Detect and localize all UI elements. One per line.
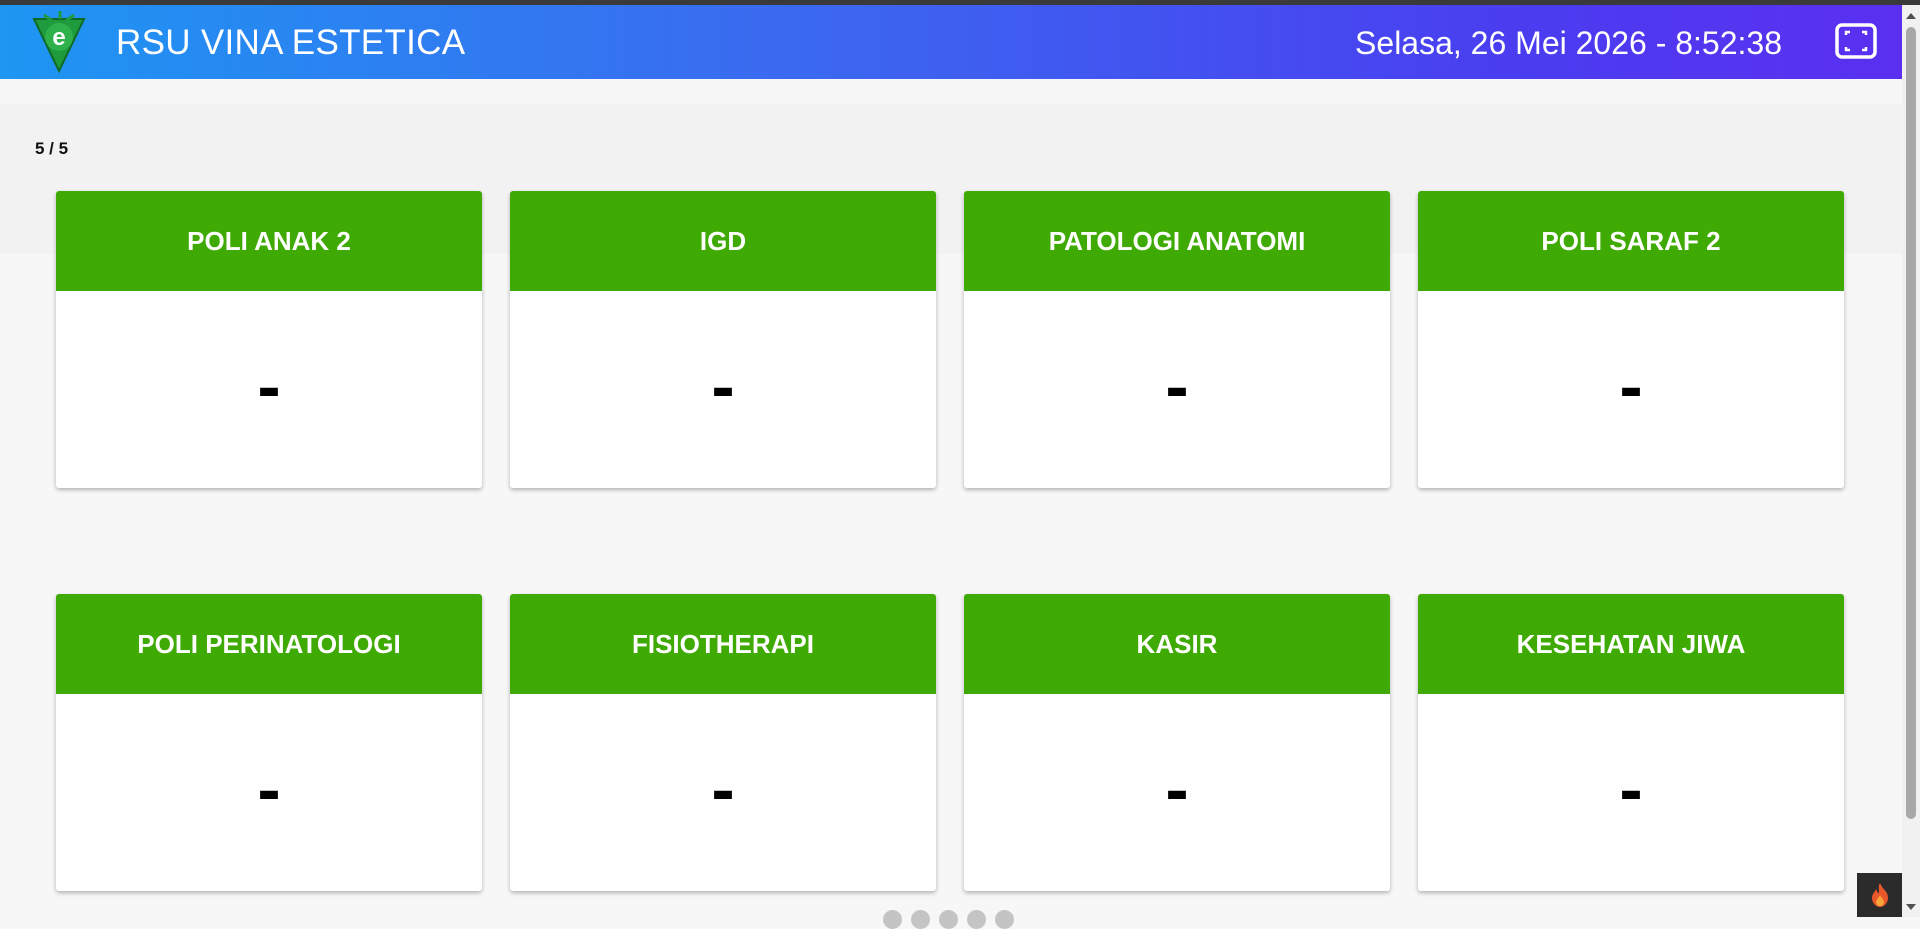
queue-card: KESEHATAN JIWA - (1418, 594, 1844, 891)
queue-number: - (1165, 347, 1189, 425)
card-title: POLI PERINATOLOGI (56, 594, 482, 694)
card-title: POLI ANAK 2 (56, 191, 482, 291)
queue-number: - (711, 347, 735, 425)
queue-card: FISIOTHERAPI - (510, 594, 936, 891)
queue-card: POLI ANAK 2 - (56, 191, 482, 488)
card-title: KASIR (964, 594, 1390, 694)
app-header: e RSU VINA ESTETICA Selasa, 26 Mei 2026 … (0, 5, 1902, 79)
queue-number: - (257, 347, 281, 425)
pagination-dot[interactable] (911, 910, 930, 929)
fullscreen-icon (1835, 23, 1877, 59)
pagination-dot[interactable] (967, 910, 986, 929)
flame-icon (1871, 883, 1888, 907)
pagination-dot[interactable] (995, 910, 1014, 929)
queue-number: - (711, 750, 735, 828)
queue-card: POLI PERINATOLOGI - (56, 594, 482, 891)
queue-card: KASIR - (964, 594, 1390, 891)
card-title: POLI SARAF 2 (1418, 191, 1844, 291)
vertical-scrollbar[interactable] (1902, 5, 1920, 917)
pagination-dots (883, 910, 1014, 929)
scroll-thumb[interactable] (1906, 27, 1916, 819)
leaf-e-logo-icon: e (30, 9, 88, 74)
queue-card: POLI SARAF 2 - (1418, 191, 1844, 488)
queue-grid: POLI ANAK 2 - IGD - PATOLOGI ANATOMI - P… (56, 191, 1844, 891)
queue-number: - (1619, 750, 1643, 828)
scroll-up-icon[interactable] (1906, 13, 1916, 19)
queue-card: IGD - (510, 191, 936, 488)
scroll-down-icon[interactable] (1906, 904, 1916, 910)
fullscreen-button[interactable] (1834, 22, 1878, 60)
app-title: RSU VINA ESTETICA (116, 23, 466, 62)
pagination-dot[interactable] (883, 910, 902, 929)
card-title: KESEHATAN JIWA (1418, 594, 1844, 694)
card-title: PATOLOGI ANATOMI (964, 191, 1390, 291)
queue-card: PATOLOGI ANATOMI - (964, 191, 1390, 488)
card-title: IGD (510, 191, 936, 291)
card-title: FISIOTHERAPI (510, 594, 936, 694)
svg-text:e: e (52, 24, 65, 51)
page-counter: 5 / 5 (35, 139, 69, 158)
queue-number: - (1165, 750, 1189, 828)
current-datetime: Selasa, 26 Mei 2026 - 8:52:38 (1355, 25, 1782, 61)
pagination-dot[interactable] (939, 910, 958, 929)
queue-number: - (1619, 347, 1643, 425)
flame-badge[interactable] (1857, 873, 1902, 917)
queue-number: - (257, 750, 281, 828)
